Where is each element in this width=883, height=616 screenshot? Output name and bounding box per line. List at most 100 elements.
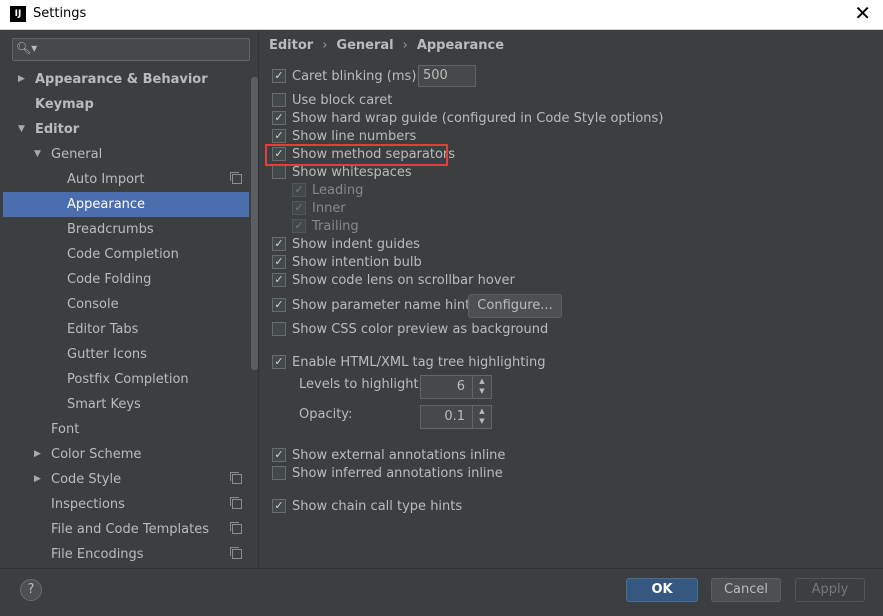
sidebar-item-color-scheme[interactable]: ▶ Color Scheme (3, 442, 249, 467)
breadcrumb-separator-icon: › (402, 38, 408, 53)
leading-label: Leading (312, 183, 364, 198)
block-caret-option[interactable]: Use block caret (272, 92, 392, 110)
sidebar-item-gutter-icons[interactable]: Gutter Icons (3, 342, 249, 367)
levels-value: 6 (456, 379, 465, 394)
param-hints-option[interactable]: ✓ Show parameter name hints (272, 297, 477, 315)
intention-bulb-checkbox[interactable]: ✓ (272, 254, 286, 269)
caret-blinking-label: Caret blinking (ms): (292, 69, 421, 84)
hard-wrap-checkbox[interactable]: ✓ (272, 110, 286, 125)
chevron-right-icon[interactable]: ▶ (34, 467, 41, 492)
breadcrumb: Editor › General › Appearance (269, 38, 504, 53)
sidebar-item-label: Breadcrumbs (67, 222, 154, 237)
intention-bulb-label: Show intention bulb (292, 255, 422, 270)
sidebar-item-appearance[interactable]: Appearance (3, 192, 249, 217)
inferred-annotations-checkbox[interactable] (272, 465, 286, 480)
sidebar-item-editor[interactable]: ▼ Editor (3, 117, 249, 142)
chevron-down-icon[interactable]: ▼ (18, 117, 25, 142)
inferred-annotations-option[interactable]: Show inferred annotations inline (272, 465, 503, 483)
opacity-stepper[interactable]: 0.1 ▲ ▼ (420, 405, 492, 429)
inferred-annotations-label: Show inferred annotations inline (292, 466, 503, 481)
sidebar-item-label: Code Style (51, 472, 122, 487)
sidebar-item-auto-import[interactable]: Auto Import (3, 167, 249, 192)
caret-blinking-checkbox[interactable]: ✓ (272, 68, 286, 83)
sidebar-item-label: General (51, 147, 103, 162)
tag-tree-option[interactable]: ✓ Enable HTML/XML tag tree highlighting (272, 354, 545, 372)
chain-call-checkbox[interactable]: ✓ (272, 498, 286, 513)
search-box[interactable]: 🔍︎▾ (12, 38, 250, 61)
ok-button[interactable]: OK (626, 578, 698, 602)
window-title: Settings (33, 6, 87, 21)
spinner-arrows-icon[interactable]: ▲ ▼ (472, 406, 491, 428)
code-lens-checkbox[interactable]: ✓ (272, 272, 286, 287)
close-icon[interactable]: ✕ (854, 2, 871, 24)
line-numbers-checkbox[interactable]: ✓ (272, 128, 286, 143)
hard-wrap-label: Show hard wrap guide (configured in Code… (292, 111, 664, 126)
sidebar-item-file-code-templates[interactable]: File and Code Templates (3, 517, 249, 542)
sidebar-item-smart-keys[interactable]: Smart Keys (3, 392, 249, 417)
code-lens-label: Show code lens on scrollbar hover (292, 273, 515, 288)
sidebar-item-keymap[interactable]: Keymap (3, 92, 249, 117)
hard-wrap-option[interactable]: ✓ Show hard wrap guide (configured in Cod… (272, 110, 663, 128)
sidebar-item-label: Inspections (51, 497, 125, 512)
dialog-footer: ? OK Cancel Apply (0, 568, 883, 616)
title-bar: IJ Settings ✕ (0, 0, 883, 30)
intention-bulb-option[interactable]: ✓ Show intention bulb (272, 254, 422, 272)
external-annotations-checkbox[interactable]: ✓ (272, 447, 286, 462)
chevron-down-icon[interactable]: ▼ (34, 142, 41, 167)
sidebar-item-code-completion[interactable]: Code Completion (3, 242, 249, 267)
caret-blinking-input[interactable]: 500 (418, 65, 476, 87)
inner-label: Inner (312, 201, 346, 216)
sidebar-item-code-folding[interactable]: Code Folding (3, 267, 249, 292)
css-preview-checkbox[interactable] (272, 321, 286, 336)
sidebar-item-label: Gutter Icons (67, 347, 147, 362)
sidebar-item-postfix-completion[interactable]: Postfix Completion (3, 367, 249, 392)
sidebar-item-editor-tabs[interactable]: Editor Tabs (3, 317, 249, 342)
chain-call-label: Show chain call type hints (292, 499, 463, 514)
sidebar-item-label: Editor (35, 122, 80, 137)
sidebar-item-appearance-behavior[interactable]: ▶ Appearance & Behavior (3, 67, 249, 92)
sidebar-item-breadcrumbs[interactable]: Breadcrumbs (3, 217, 249, 242)
spinner-arrows-icon[interactable]: ▲ ▼ (472, 376, 491, 398)
sidebar-item-general[interactable]: ▼ General (3, 142, 249, 167)
search-input[interactable] (35, 40, 249, 60)
apply-button[interactable]: Apply (795, 578, 865, 602)
whitespaces-option[interactable]: Show whitespaces (272, 164, 412, 182)
param-hints-checkbox[interactable]: ✓ (272, 297, 286, 312)
sidebar-item-label: Editor Tabs (67, 322, 139, 337)
breadcrumb-separator-icon: › (322, 38, 328, 53)
block-caret-checkbox[interactable] (272, 92, 286, 107)
caret-blinking-option[interactable]: ✓ Caret blinking (ms): (272, 68, 421, 86)
sidebar-item-code-style[interactable]: ▶ Code Style (3, 467, 249, 492)
levels-stepper[interactable]: 6 ▲ ▼ (420, 375, 492, 399)
project-scope-icon (230, 172, 242, 184)
cancel-button[interactable]: Cancel (711, 578, 781, 602)
configure-button[interactable]: Configure... (468, 294, 562, 318)
help-button[interactable]: ? (20, 579, 42, 601)
css-preview-option[interactable]: Show CSS color preview as background (272, 321, 548, 339)
sidebar-item-font[interactable]: Font (3, 417, 249, 442)
whitespaces-checkbox[interactable] (272, 164, 286, 179)
sidebar-item-label: Appearance & Behavior (35, 72, 208, 87)
chevron-right-icon[interactable]: ▶ (18, 67, 25, 92)
breadcrumb-appearance: Appearance (416, 38, 505, 53)
indent-guides-checkbox[interactable]: ✓ (272, 236, 286, 251)
sidebar-item-label: Code Completion (67, 247, 179, 262)
sidebar-item-inspections[interactable]: Inspections (3, 492, 249, 517)
project-scope-icon (230, 547, 242, 559)
chain-call-option[interactable]: ✓ Show chain call type hints (272, 498, 462, 516)
external-annotations-option[interactable]: ✓ Show external annotations inline (272, 447, 505, 465)
sidebar-item-label: Auto Import (67, 172, 145, 187)
sidebar-item-console[interactable]: Console (3, 292, 249, 317)
app-icon: IJ (10, 6, 26, 22)
leading-checkbox: ✓ (292, 182, 306, 197)
indent-guides-option[interactable]: ✓ Show indent guides (272, 236, 420, 254)
project-scope-icon (230, 497, 242, 509)
tag-tree-checkbox[interactable]: ✓ (272, 354, 286, 369)
chevron-right-icon[interactable]: ▶ (34, 442, 41, 467)
sidebar-item-file-encodings[interactable]: File Encodings (3, 542, 249, 567)
code-lens-option[interactable]: ✓ Show code lens on scrollbar hover (272, 272, 515, 290)
sidebar-scrollbar[interactable] (251, 77, 258, 370)
opacity-label: Opacity: (299, 407, 353, 422)
leading-option: ✓ Leading (292, 182, 363, 200)
settings-content: Editor › General › Appearance ✓ Caret blinkin… (259, 30, 883, 568)
